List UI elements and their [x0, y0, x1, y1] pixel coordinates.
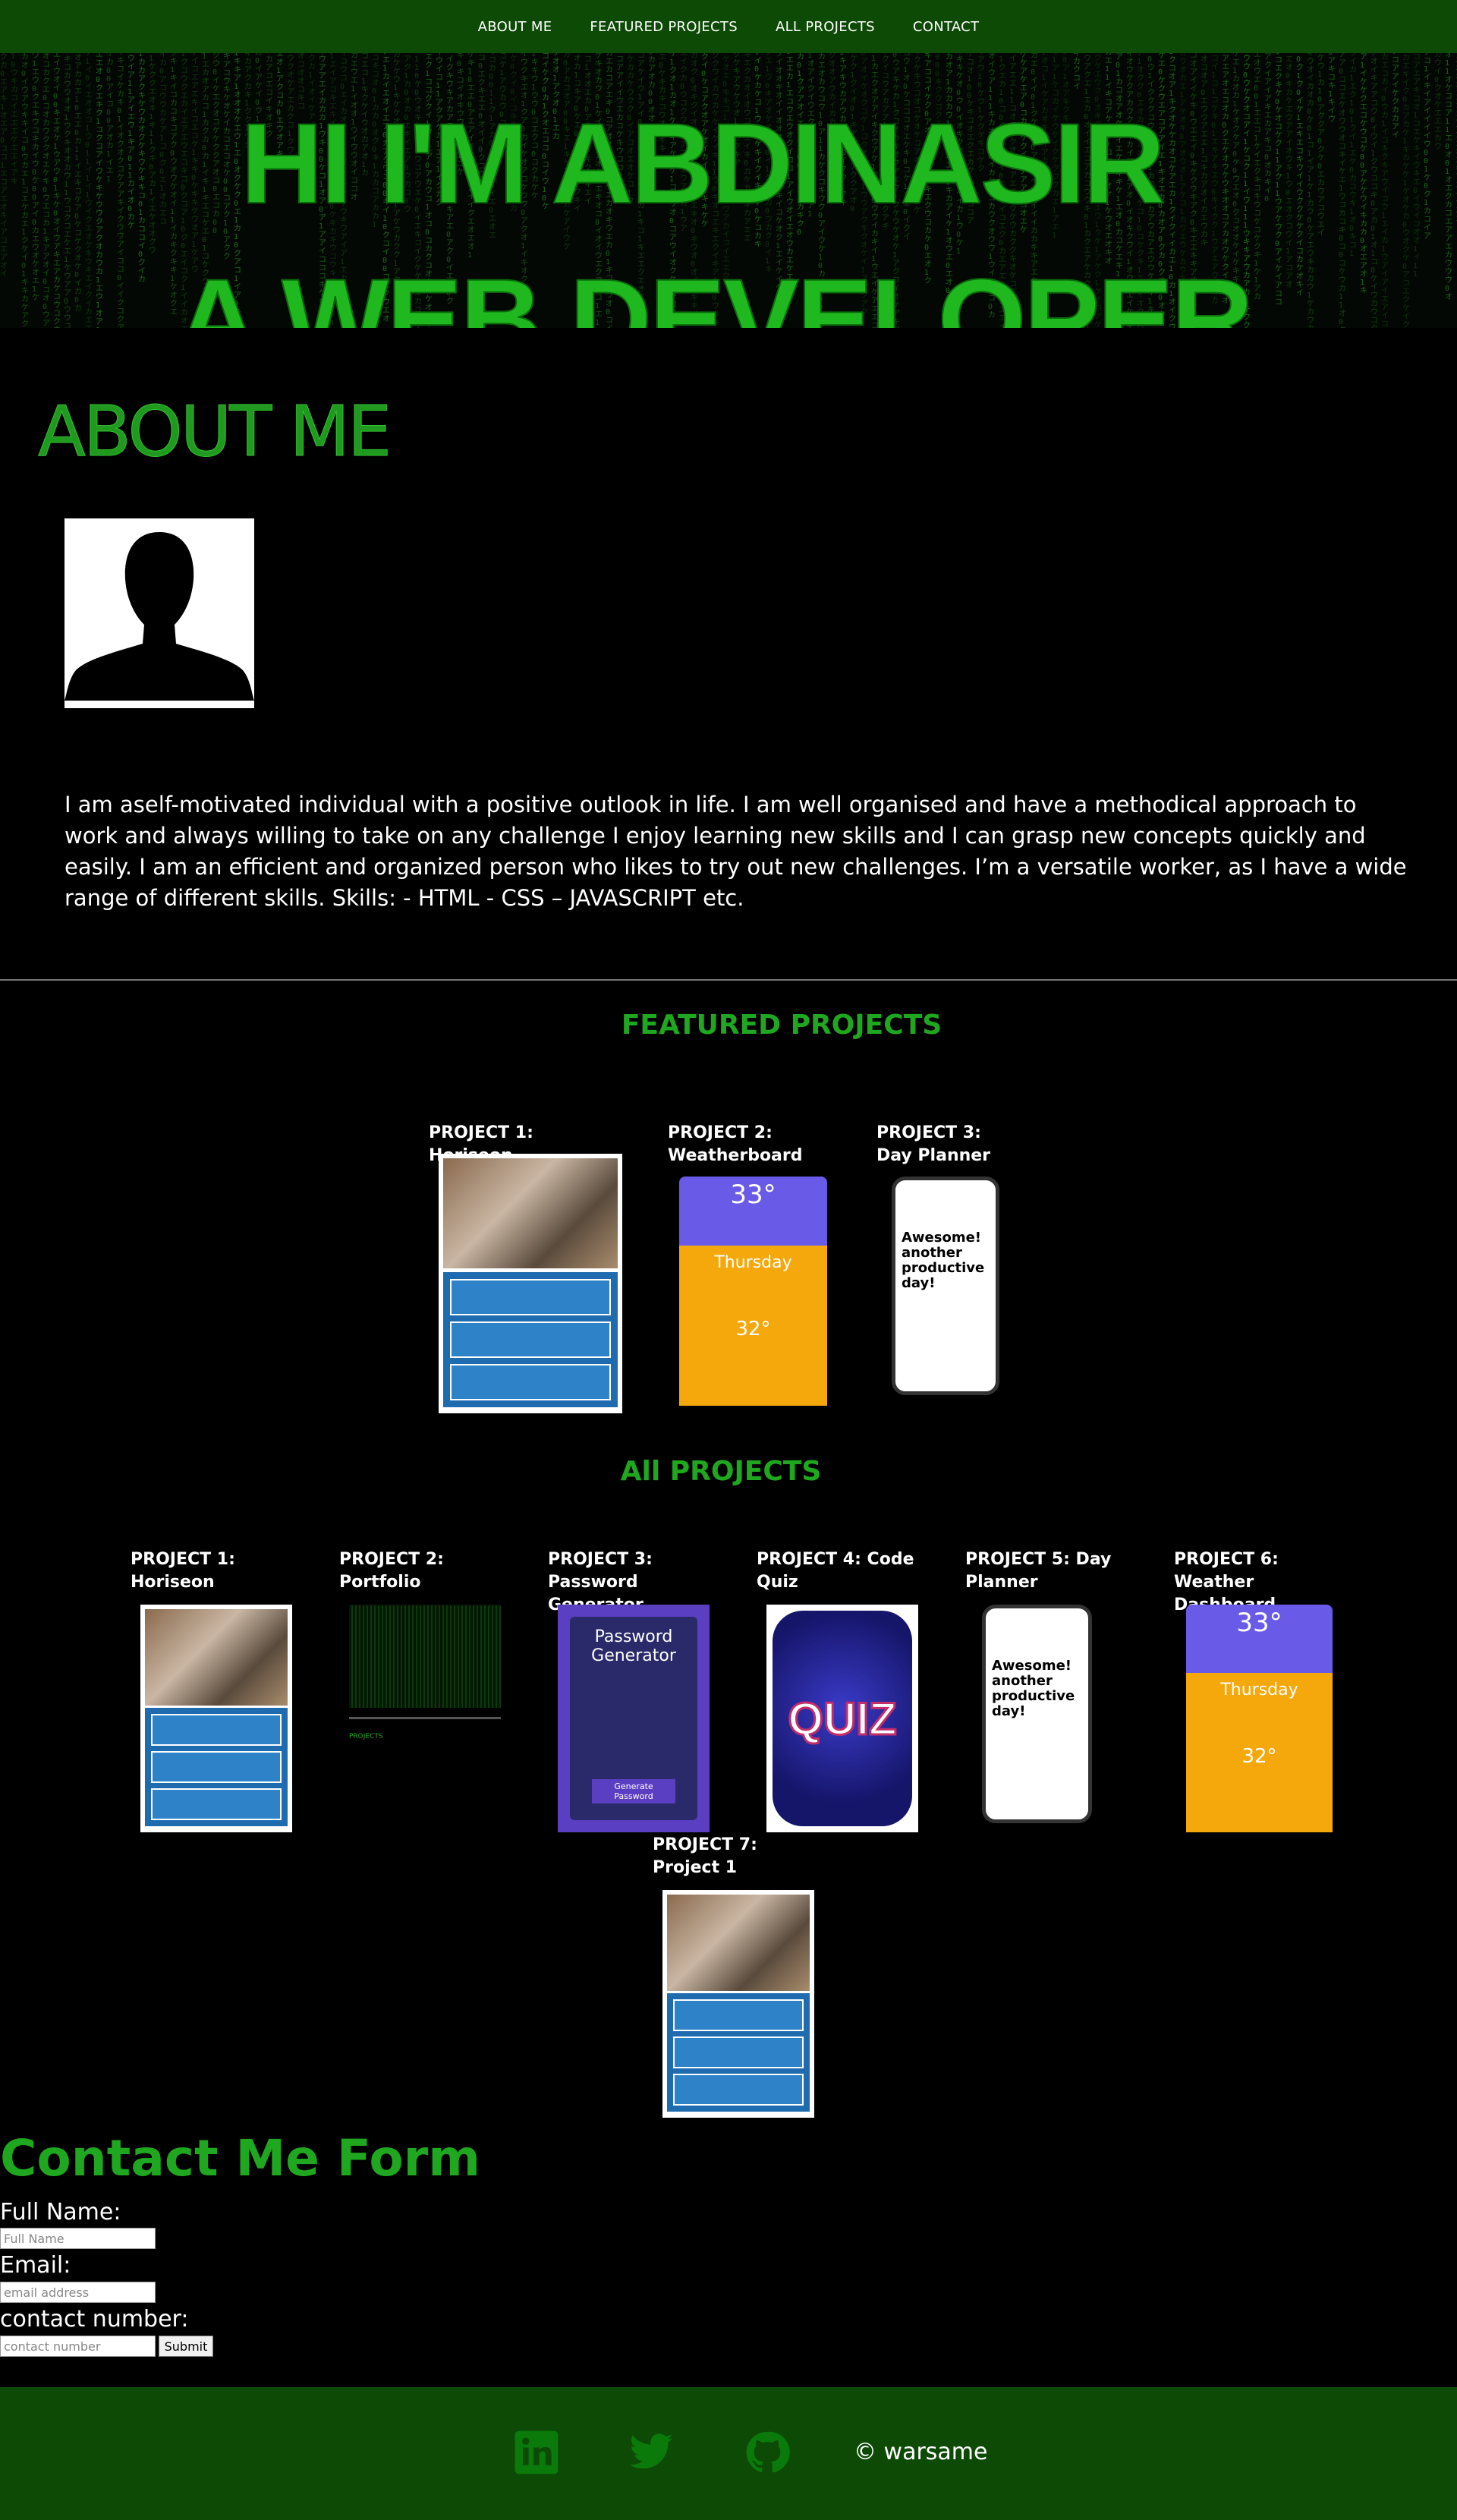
section-divider — [0, 979, 1457, 981]
project-title: PROJECT 5: Day Planner — [965, 1550, 1112, 1592]
project-card[interactable]: PROJECT 1: Horiseon — [131, 1548, 305, 1832]
about-text: I am aself-motivated individual with a p… — [65, 792, 1407, 911]
project-title: PROJECT 1: Horiseon — [131, 1550, 235, 1592]
project-thumbnail[interactable]: QUIZ — [766, 1605, 918, 1832]
project-thumbnail[interactable] — [439, 1154, 622, 1413]
submit-button[interactable]: Submit — [159, 2336, 213, 2357]
planner-thumb-text: Awesome! another productive day! — [992, 1658, 1075, 1719]
copyright-text: © warsame — [854, 2439, 988, 2465]
featured-project-card[interactable]: PROJECT 1: Horiseon — [429, 1122, 622, 1413]
weather-temp-text: 33° — [1186, 1605, 1333, 1673]
hero-heading-line2: A WEB DEVELOPER. — [176, 255, 1284, 328]
project-thumbnail[interactable]: PROJECTS — [349, 1605, 501, 1832]
contact-number-input[interactable] — [0, 2336, 156, 2357]
hero-banner: 1アエオ0ケカウイクカ0エアキ1オエア0ココ1エコアエオキイアコエアオイウ0コア… — [0, 53, 1457, 328]
password-thumb-button: Generate Password — [592, 1779, 675, 1803]
project-card[interactable]: PROJECT 2: Portfolio PROJECTS — [339, 1548, 514, 1832]
all-projects-title: All PROJECTS — [620, 1456, 822, 1487]
project-card[interactable]: PROJECT 3: Password Generator Password G… — [548, 1548, 722, 1832]
project-title: PROJECT 4: Code Quiz — [757, 1550, 914, 1592]
featured-project-card[interactable]: PROJECT 3: Day Planner Awesome! another … — [876, 1122, 1005, 1395]
quiz-logo-text: QUIZ — [773, 1611, 912, 1826]
project-thumbnail[interactable]: 33° Thursday 32° — [1186, 1605, 1333, 1832]
project-title: PROJECT 2: Weatherboard — [668, 1123, 803, 1165]
featured-project-card[interactable]: PROJECT 2: Weatherboard 33° Thursday 32° — [668, 1122, 827, 1406]
email-label: Email: — [0, 2252, 71, 2279]
project-title: PROJECT 7: Project 1 — [653, 1835, 757, 1877]
nav-featured-projects[interactable]: FEATURED PROJECTS — [590, 19, 738, 35]
password-thumb-title: Password Generator — [591, 1627, 676, 1665]
nav-contact[interactable]: CONTACT — [913, 19, 979, 35]
linkedin-icon[interactable] — [513, 2429, 560, 2476]
project-thumbnail[interactable] — [140, 1605, 292, 1832]
nav-all-projects[interactable]: ALL PROJECTS — [776, 19, 875, 35]
weather-low-text: 32° — [735, 1317, 771, 1340]
matrix-rain-column: ケウコ0コカ0アイアエエコ1エキカクコイ — [1073, 53, 1081, 91]
featured-projects-title: FEATURED PROJECTS — [621, 1010, 942, 1041]
avatar — [65, 518, 254, 708]
contact-title: Contact Me Form — [0, 2129, 480, 2188]
project-thumbnail[interactable] — [662, 1890, 814, 2118]
project-card[interactable]: PROJECT 6: Weather Dashboard 33° Thursda… — [1174, 1548, 1348, 1832]
weather-low-text: 32° — [1241, 1745, 1277, 1768]
project-thumbnail[interactable]: Awesome! another productive day! — [892, 1177, 999, 1395]
project-card[interactable]: PROJECT 5: Day Planner Awesome! another … — [965, 1548, 1140, 1823]
project-thumbnail[interactable]: Password Generator Generate Password — [558, 1605, 710, 1832]
about-title: ABOUT ME — [37, 391, 392, 473]
weather-day-text: Thursday — [1220, 1681, 1298, 1699]
project-card[interactable]: PROJECT 4: Code Quiz QUIZ — [757, 1548, 931, 1832]
project-thumbnail[interactable]: Awesome! another productive day! — [982, 1605, 1092, 1823]
weather-day-text: Thursday — [714, 1252, 792, 1272]
full-name-input[interactable] — [0, 2228, 156, 2249]
nav-about-me[interactable]: ABOUT ME — [478, 19, 552, 35]
project-title: PROJECT 2: Portfolio — [339, 1550, 444, 1592]
top-nav: ABOUT ME FEATURED PROJECTS ALL PROJECTS … — [0, 0, 1457, 53]
email-input[interactable] — [0, 2282, 156, 2303]
hero-heading-line1: HI I'M ABDINASIR — [240, 99, 1166, 227]
project-thumbnail[interactable]: 33° Thursday 32° — [679, 1177, 827, 1406]
github-icon[interactable] — [744, 2429, 791, 2476]
person-silhouette-icon — [65, 532, 254, 701]
project-title: PROJECT 3: Day Planner — [876, 1123, 991, 1165]
twitter-icon[interactable] — [624, 2429, 678, 2476]
full-name-label: Full Name: — [0, 2199, 121, 2225]
contact-number-label: contact number: — [0, 2306, 189, 2333]
project-card[interactable]: PROJECT 7: Project 1 — [653, 1834, 827, 2118]
footer: © warsame — [0, 2387, 1457, 2520]
planner-thumb-text: Awesome! another productive day! — [902, 1230, 985, 1291]
weather-temp-text: 33° — [679, 1177, 827, 1246]
